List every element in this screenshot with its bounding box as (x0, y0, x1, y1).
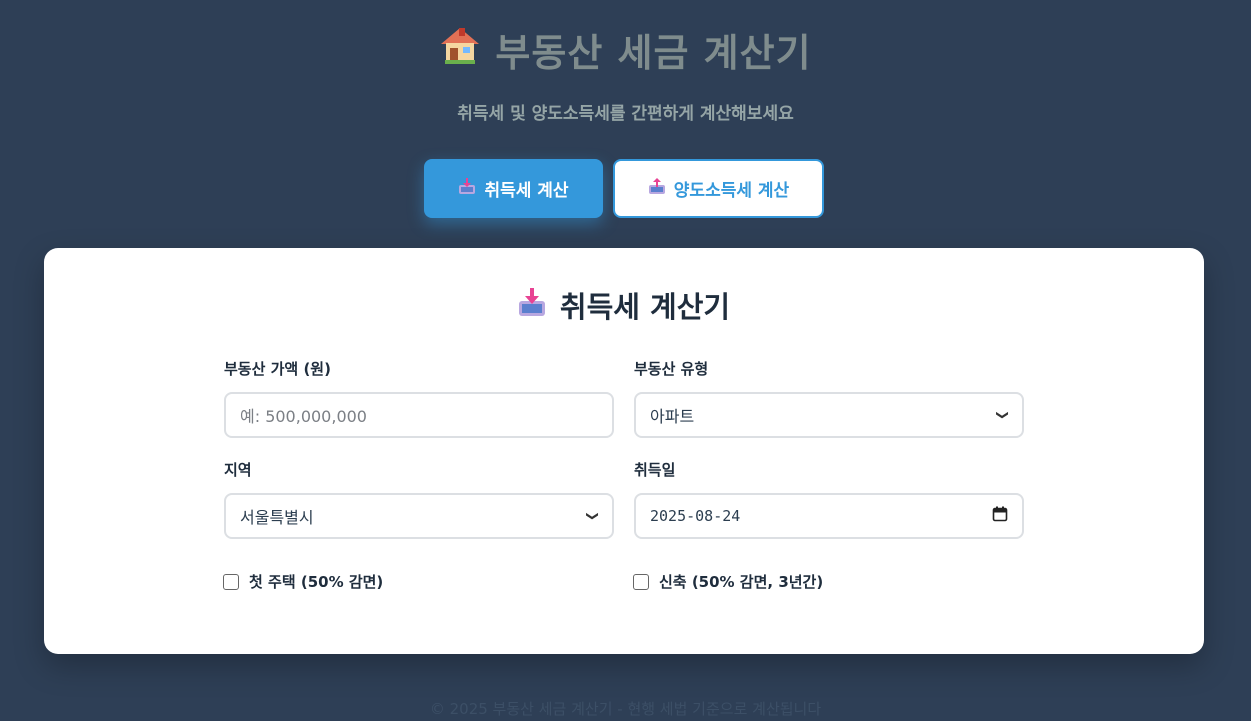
price-label: 부동산 가액 (원) (224, 360, 331, 378)
date-field-group: 취득일 2025-08-24 (634, 459, 1024, 539)
type-field-group: 부동산 유형 아파트 ❯ (634, 358, 1024, 438)
new-build-option[interactable]: 신축 (50% 감면, 3년간) (633, 571, 823, 592)
chevron-down-icon: ❯ (585, 510, 600, 522)
acquisition-date-value: 2025-08-24 (650, 507, 741, 525)
page-title-text: 부동산 세금 계산기 (495, 31, 812, 75)
calculator-tabs: 취득세 계산 양도소득세 계산 (424, 159, 824, 218)
tab-label: 양도소득세 계산 (673, 181, 790, 201)
property-type-value: 아파트 (650, 407, 695, 426)
property-type-select[interactable]: 아파트 ❯ (634, 392, 1024, 438)
first-home-option[interactable]: 첫 주택 (50% 감면) (223, 571, 383, 592)
tab-capital-gains-tax[interactable]: 양도소득세 계산 (613, 159, 824, 218)
region-field-group: 지역 서울특별시 ❯ (224, 459, 614, 539)
region-select[interactable]: 서울특별시 ❯ (224, 493, 614, 539)
first-home-label: 첫 주택 (50% 감면) (249, 573, 384, 591)
calendar-icon[interactable] (992, 506, 1008, 526)
new-build-label: 신축 (50% 감면, 3년간) (659, 573, 824, 591)
page-title: 부동산 세금 계산기 (439, 22, 811, 77)
card-title: 취득세 계산기 (44, 284, 1204, 326)
region-value: 서울특별시 (240, 508, 314, 527)
price-field-group: 부동산 가액 (원) 예: 500,000,000 (224, 358, 614, 438)
type-label: 부동산 유형 (634, 360, 709, 378)
tab-acquisition-tax[interactable]: 취득세 계산 (424, 159, 603, 218)
price-input[interactable]: 예: 500,000,000 (224, 392, 614, 438)
price-placeholder: 예: 500,000,000 (240, 407, 367, 426)
first-home-checkbox[interactable] (223, 573, 239, 590)
card-title-text: 취득세 계산기 (559, 290, 731, 324)
acquisition-date-input[interactable]: 2025-08-24 (634, 493, 1024, 539)
inbox-tray-icon (458, 177, 476, 200)
page-header: 부동산 세금 계산기 취득세 및 양도소득세를 간편하게 계산해보세요 (0, 22, 1251, 124)
inbox-tray-icon (518, 287, 546, 324)
new-build-checkbox[interactable] (633, 573, 649, 590)
footer-text: © 2025 부동산 세금 계산기 - 현행 세법 기준으로 계산됩니다 (429, 700, 822, 718)
date-label: 취득일 (634, 461, 676, 479)
house-icon (439, 24, 481, 75)
calculator-card: 취득세 계산기 부동산 가액 (원) 예: 500,000,000 부동산 유형… (44, 248, 1204, 654)
tab-label: 취득세 계산 (484, 181, 569, 201)
page-subtitle: 취득세 및 양도소득세를 간편하게 계산해보세요 (457, 104, 794, 124)
region-label: 지역 (224, 461, 252, 479)
chevron-down-icon: ❯ (995, 409, 1010, 421)
outbox-tray-icon (648, 177, 666, 200)
